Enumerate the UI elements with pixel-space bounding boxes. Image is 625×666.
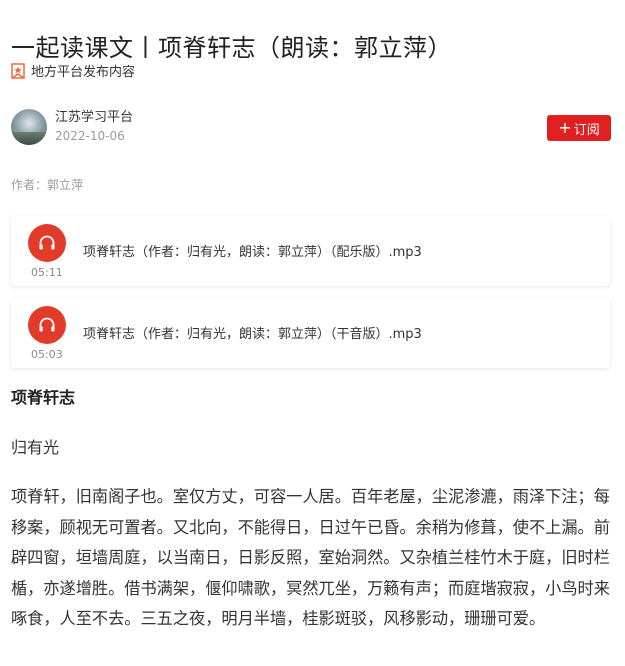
audio-title[interactable]: 项脊轩志（作者：归有光，朗读：郭立萍）（干音版）.mp3 (83, 323, 422, 342)
audio-play-button[interactable] (28, 306, 66, 344)
content-section-title: 项脊轩志 (11, 388, 76, 407)
audio-duration: 05:03 (31, 348, 63, 361)
audio-title[interactable]: 项脊轩志（作者：归有光，朗读：郭立萍）（配乐版）.mp3 (83, 241, 422, 260)
headphones-icon (39, 235, 55, 250)
local-platform-tag: 地方平台发布内容 (11, 61, 135, 80)
audio-player[interactable]: 05:11 项脊轩志（作者：归有光，朗读：郭立萍）（配乐版）.mp3 (11, 216, 610, 286)
ribbon-badge-icon (11, 62, 25, 79)
audio-player[interactable]: 05:03 项脊轩志（作者：归有光，朗读：郭立萍）（干音版）.mp3 (11, 298, 610, 368)
content-author: 归有光 (11, 438, 60, 457)
source-name[interactable]: 江苏学习平台 (55, 110, 133, 126)
source-info: 江苏学习平台 2022-10-06 (11, 109, 133, 145)
avatar[interactable] (11, 109, 47, 145)
publish-date: 2022-10-06 (55, 128, 125, 143)
subscribe-label: 订阅 (573, 122, 600, 138)
local-platform-label: 地方平台发布内容 (31, 65, 136, 80)
headphones-icon (39, 317, 55, 332)
audio-play-button[interactable] (28, 224, 66, 262)
content-paragraph: 项脊轩，旧南阁子也。室仅方丈，可容一人居。百年老屋，尘泥渗漉，雨泽下注；每移案，… (11, 487, 610, 628)
subscribe-button[interactable]: + 订阅 (547, 115, 611, 141)
plus-icon: + (558, 118, 572, 137)
author-line: 作者：郭立萍 (11, 178, 84, 192)
audio-duration: 05:11 (31, 266, 63, 279)
article-title: 一起读课文丨项脊轩志（朗读：郭立萍） (11, 34, 452, 63)
